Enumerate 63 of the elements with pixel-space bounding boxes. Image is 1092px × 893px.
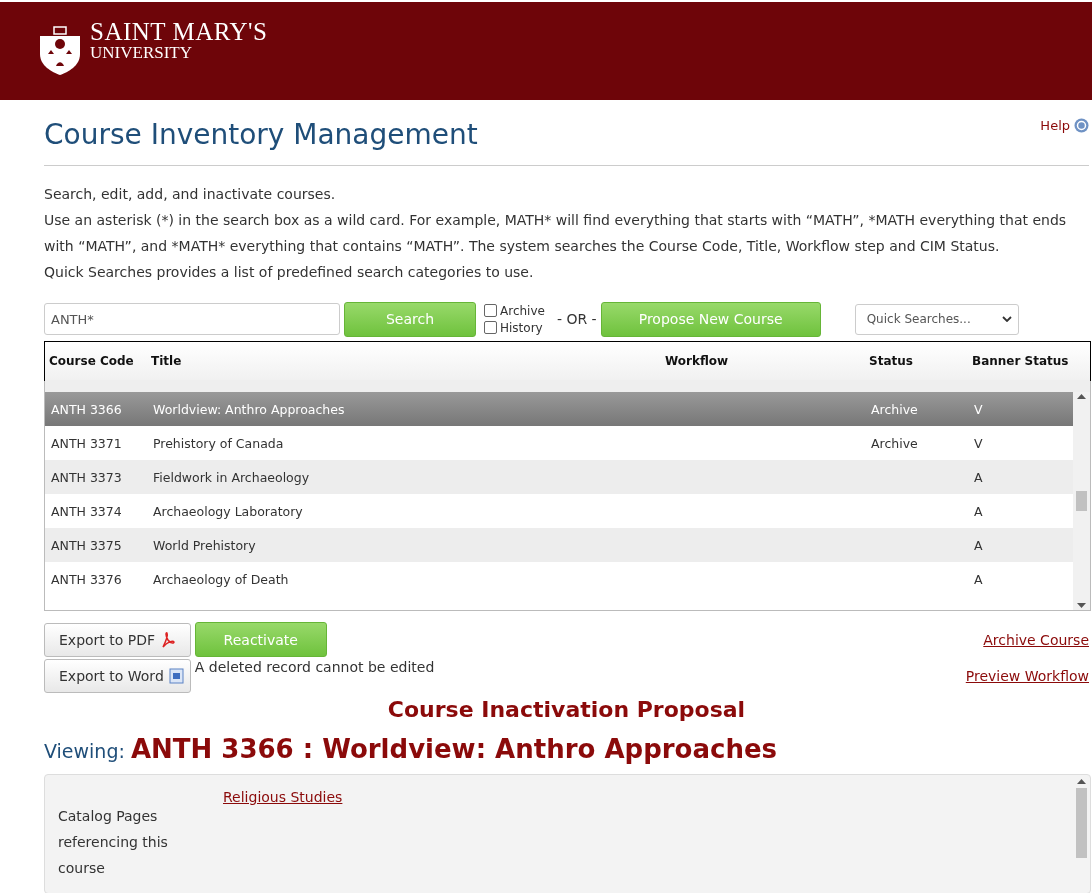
- search-field[interactable]: ANTH*: [44, 303, 340, 335]
- table-cell-text: A: [973, 537, 984, 553]
- help-link[interactable]: Help: [1040, 118, 1089, 133]
- intro-text: Search, edit, add, and inactivate courses.: [44, 185, 337, 204]
- pdf-icon: [160, 630, 177, 649]
- export-pdf-button[interactable]: Export to PDF: [44, 622, 191, 657]
- table-cell-text: Prehistory of Canada: [152, 435, 285, 451]
- intro-text: Quick Searches provides a list of predefined search categories to use.: [44, 263, 535, 282]
- checkbox[interactable]: [484, 321, 497, 334]
- table-cell-text: Archive: [870, 435, 919, 451]
- table-row[interactable]: ANTH 3366 Worldview: Anthro Approaches Archive V: [45, 392, 1073, 426]
- scrollbar-thumb[interactable]: [1076, 788, 1087, 858]
- table-cell-text: Fieldwork in Archaeology: [152, 469, 311, 485]
- table-cell-text: A: [973, 469, 984, 485]
- logo-subtitle: UNIVERSITY: [90, 44, 193, 61]
- column-header: Workflow: [664, 354, 730, 368]
- chevron-down-icon: [1001, 316, 1012, 322]
- table-cell-text: A: [973, 571, 984, 587]
- checkbox-option[interactable]: History: [484, 319, 545, 336]
- table-cell-text: A: [973, 503, 984, 519]
- notice-text: A deleted record cannot be edited: [194, 659, 436, 675]
- table-cell-text: ANTH 3375: [50, 537, 123, 553]
- scroll-up-icon[interactable]: [1077, 779, 1086, 784]
- checkbox[interactable]: [484, 304, 497, 317]
- table-cell-text: V: [973, 401, 984, 417]
- logo-text: SAINT MARY'S: [90, 19, 268, 44]
- section-title: Course Inactivation Proposal: [386, 697, 747, 722]
- intro-text: Use an asterisk (*) in the search box as a wild card. For example, MATH* will find everything that starts with “MATH”, *MATH everything that ends with “MATH”, and *MATH* everything that contains “MATH”. The system searches the Course Code, Title, Workflow step and CIM Status.: [44, 211, 1068, 256]
- column-header: Banner Status: [971, 354, 1070, 368]
- table-cell-text: ANTH 3373: [50, 469, 123, 485]
- table-cell-text: ANTH 3371: [50, 435, 123, 451]
- table-cell-text: Archaeology Laboratory: [152, 503, 304, 519]
- export-word-button[interactable]: Export to Word: [44, 659, 191, 693]
- crest-logo-icon: [38, 26, 82, 76]
- table-row[interactable]: ANTH 3373 Fieldwork in Archaeology A: [45, 460, 1073, 494]
- table-row[interactable]: ANTH 3375 World Prehistory A: [45, 528, 1073, 562]
- preview-workflow-link[interactable]: Preview Workflow: [965, 668, 1089, 684]
- table-cell-text: V: [973, 435, 984, 451]
- scrollbar[interactable]: [1073, 392, 1090, 610]
- viewing-label: Viewing:: [44, 740, 125, 762]
- archive-course-link[interactable]: Archive Course: [983, 631, 1089, 648]
- or-separator: - OR -: [556, 311, 597, 327]
- table-cell-text: ANTH 3374: [50, 503, 123, 519]
- column-header: Title: [150, 354, 183, 368]
- table-cell-text: ANTH 3366: [50, 401, 123, 417]
- scrollbar-thumb[interactable]: [1076, 491, 1087, 511]
- scroll-up-icon[interactable]: [1077, 394, 1086, 399]
- table-cell-text: Worldview: Anthro Approaches: [152, 401, 346, 417]
- table-cell-text: Archaeology of Death: [152, 571, 290, 587]
- field-label: Catalog Pages referencing this course: [57, 807, 169, 878]
- word-document-icon: [168, 668, 184, 684]
- help-icon: [1074, 118, 1089, 133]
- page-title: Course Inventory Management: [44, 118, 478, 151]
- course-heading: ANTH 3366 : Worldview: Anthro Approaches: [130, 734, 777, 764]
- scroll-down-icon[interactable]: [1077, 603, 1086, 608]
- quick-searches-dropdown[interactable]: Quick Searches...: [854, 303, 1019, 335]
- table-cell-text: World Prehistory: [152, 537, 257, 553]
- checkbox-option[interactable]: Archive: [484, 302, 545, 319]
- column-header: Course Code: [48, 354, 135, 368]
- table-cell-text: Archive: [870, 401, 919, 417]
- catalog-page-link[interactable]: Religious Studies: [223, 789, 343, 809]
- table-cell-text: ANTH 3376: [50, 571, 123, 587]
- column-header: Status: [868, 354, 914, 368]
